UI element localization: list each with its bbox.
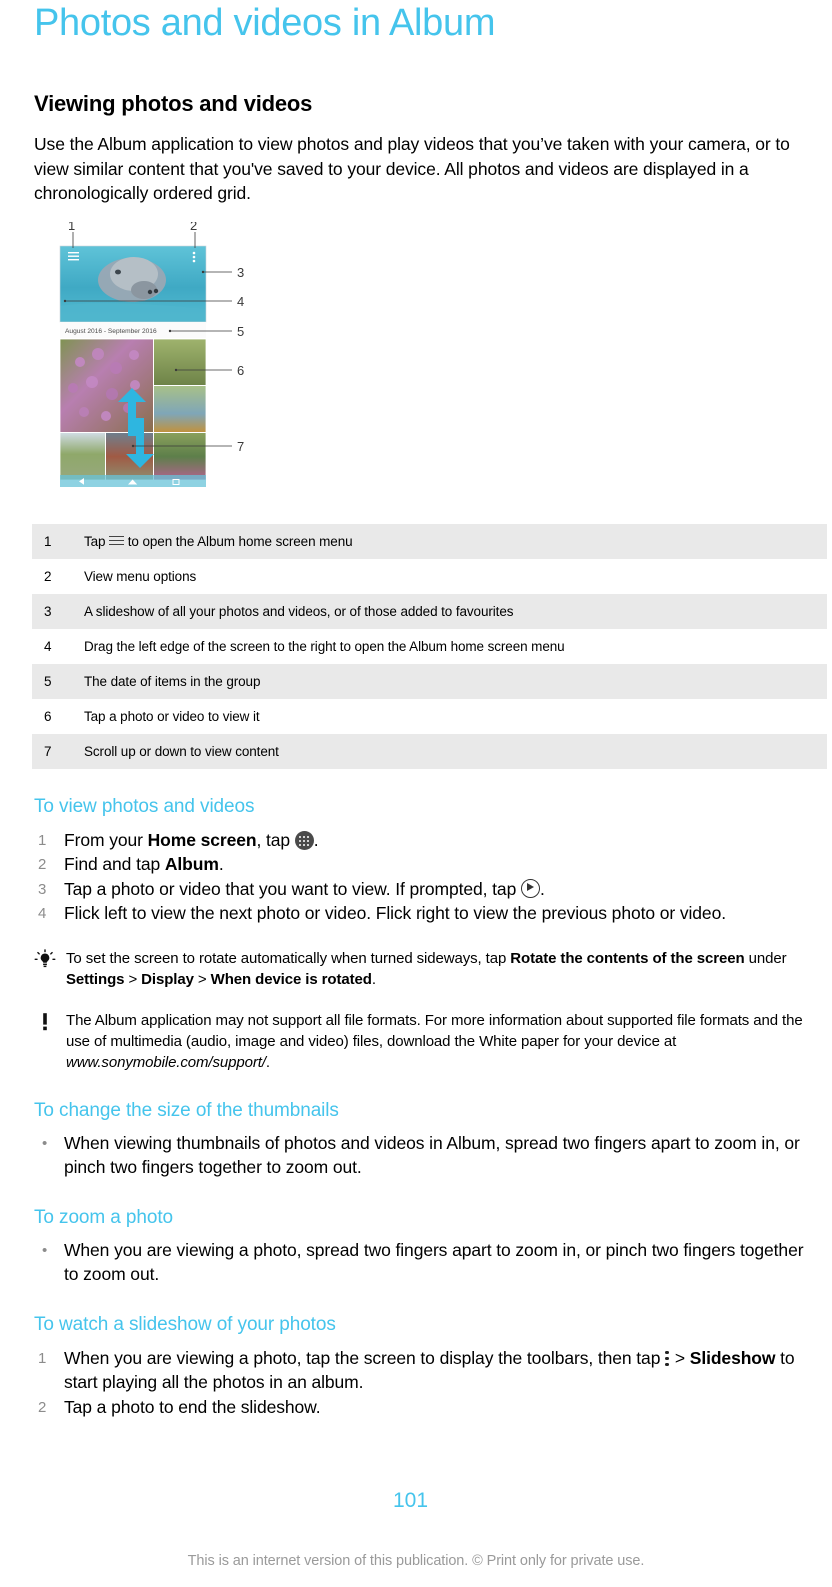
step-text: Tap a photo or video that you want to vi…: [64, 878, 521, 899]
page-title: Photos and videos in Album: [34, 2, 496, 44]
tip-text-part: >: [193, 970, 211, 988]
table-row: 6 Tap a photo or video to view it: [32, 698, 827, 734]
manual-page: Photos and videos in Album Viewing photo…: [0, 0, 832, 1587]
tip-bold-when-device-rotated: When device is rotated: [210, 970, 372, 988]
note-text-part: .: [265, 1053, 270, 1071]
figure-hamburger-icon: [68, 251, 79, 260]
bullets-thumbnail-size: When viewing thumbnails of photos and vi…: [34, 1131, 820, 1180]
table-row: 3 A slideshow of all your photos and vid…: [32, 593, 827, 629]
legend-number: 5: [44, 673, 52, 689]
list-item: From your Home screen, tap .: [34, 828, 820, 852]
figure-callout-4: 4: [237, 294, 244, 309]
table-row: 5 The date of items in the group: [32, 663, 827, 699]
list-item: When you are viewing a photo, spread two…: [34, 1238, 820, 1287]
legend-description: The date of items in the group: [84, 673, 261, 689]
tip-text-part: under: [744, 949, 787, 967]
footer-note: This is an internet version of this publ…: [187, 1553, 645, 1569]
album-home-screen-figure: August 2016 - September 2016 1 2 3 4 5 6…: [40, 222, 270, 512]
legend-number: 3: [44, 603, 52, 619]
note-url: www.sonymobile.com/support/: [66, 1053, 266, 1071]
legend-description: Drag the left edge of the screen to the …: [84, 638, 565, 654]
hamburger-icon: [109, 535, 125, 547]
figure-callout-5: 5: [237, 324, 244, 339]
step-text: >: [670, 1347, 690, 1368]
figure-callout-1: 1: [68, 222, 75, 233]
table-row: 2 View menu options: [32, 558, 827, 594]
list-item: Tap a photo or video that you want to vi…: [34, 877, 820, 901]
legend-number: 7: [44, 743, 52, 759]
figure-illustration: August 2016 - September 2016 1 2 3 4 5 6…: [59, 222, 244, 487]
step-text: Find and tap: [64, 854, 165, 874]
tip-bold-settings: Settings: [66, 970, 125, 988]
legend-number: 4: [44, 638, 52, 654]
section-heading-viewing: Viewing photos and videos: [34, 91, 313, 116]
step-bold-home-screen: Home screen: [147, 829, 257, 850]
heading-zoom-a-photo: To zoom a photo: [34, 1206, 173, 1228]
figure-date-label: August 2016 - September 2016: [65, 328, 157, 335]
list-item: When you are viewing a photo, tap the sc…: [34, 1346, 820, 1395]
step-bold-album: Album: [164, 854, 219, 874]
legend-description: View menu options: [84, 568, 197, 584]
figure-callout-7: 7: [237, 439, 244, 454]
legend-description: Tap a photo or video to view it: [84, 708, 260, 724]
play-icon: [520, 878, 540, 898]
legend-description: A slideshow of all your photos and video…: [84, 603, 514, 619]
figure-overflow-icon: [192, 251, 196, 262]
step-text: When you are viewing a photo, tap the sc…: [64, 1347, 666, 1368]
exclamation-icon: [43, 1012, 47, 1030]
step-text: .: [313, 829, 319, 850]
lightbulb-icon: [34, 948, 56, 967]
legend-number: 6: [44, 708, 52, 724]
heading-watch-slideshow: To watch a slideshow of your photos: [34, 1313, 336, 1335]
bullets-zoom-a-photo: When you are viewing a photo, spread two…: [34, 1238, 820, 1287]
figure-callout-2: 2: [190, 222, 197, 233]
step-text: .: [218, 854, 224, 874]
figure-callout-3: 3: [237, 265, 244, 280]
intro-paragraph: Use the Album application to view photos…: [34, 134, 790, 203]
list-item: Find and tap Album.: [34, 852, 820, 877]
tip-text-part: .: [371, 970, 376, 988]
figure-hero-photo: [59, 245, 207, 322]
table-row: 4 Drag the left edge of the screen to th…: [32, 628, 827, 664]
legend-table: 1 Tap to open the Album home screen menu…: [32, 523, 827, 769]
note-text: The Album application may not support al…: [66, 1010, 820, 1073]
legend-number: 2: [44, 568, 52, 584]
heading-to-view-photos-and-videos: To view photos and videos: [34, 795, 255, 817]
figure-callout-6: 6: [237, 363, 244, 378]
tip-text-part: >: [124, 970, 142, 988]
step-text: From your: [64, 829, 148, 850]
app-drawer-icon: [294, 830, 314, 850]
page-number: 101: [393, 1489, 429, 1512]
tip-bold-display: Display: [141, 970, 194, 988]
table-row: 7 Scroll up or down to view content: [32, 733, 827, 769]
note-callout: The Album application may not support al…: [34, 1010, 820, 1073]
tip-bold-rotate: Rotate the contents of the screen: [510, 949, 745, 967]
tip-callout: To set the screen to rotate automaticall…: [34, 948, 820, 990]
table-row: 1 Tap to open the Album home screen menu: [32, 523, 827, 559]
overflow-menu-icon: [665, 1350, 670, 1368]
steps-to-view-photos: From your Home screen, tap . Find and ta…: [34, 828, 820, 926]
list-item: Flick left to view the next photo or vid…: [38, 902, 726, 926]
list-item: Tap a photo to end the slideshow.: [38, 1395, 321, 1419]
step-text: .: [539, 878, 545, 899]
note-text-part: The Album application may not support al…: [66, 1011, 803, 1050]
tip-text-part: To set the screen to rotate automaticall…: [66, 949, 511, 967]
legend-description: Tap to open the Album home screen menu: [80, 524, 827, 559]
legend-text-post: to open the Album home screen menu: [124, 533, 353, 549]
list-item: When viewing thumbnails of photos and vi…: [34, 1131, 820, 1180]
legend-description: Scroll up or down to view content: [84, 743, 279, 759]
step-bold-slideshow: Slideshow: [689, 1347, 776, 1368]
step-text: , tap: [256, 829, 295, 850]
tip-text: To set the screen to rotate automaticall…: [66, 948, 820, 990]
heading-change-thumbnail-size: To change the size of the thumbnails: [34, 1099, 339, 1121]
steps-watch-slideshow: When you are viewing a photo, tap the sc…: [34, 1346, 820, 1420]
legend-number: 1: [44, 533, 52, 549]
legend-text-pre: Tap: [84, 533, 110, 549]
